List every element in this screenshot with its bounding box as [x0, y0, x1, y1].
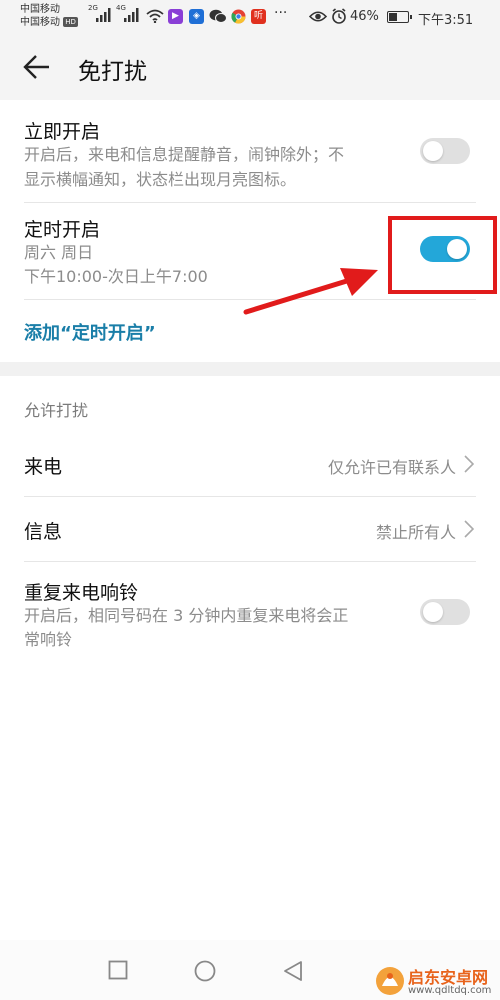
chevron-right-icon	[464, 455, 474, 473]
more-notifications: ···	[274, 5, 288, 21]
back-arrow-icon[interactable]	[22, 54, 52, 80]
instant-dnd-desc-2: 显示横幅通知，状态栏出现月亮图标。	[24, 170, 297, 189]
annotation-arrow-icon	[243, 268, 378, 315]
signal-icon-2	[124, 8, 139, 22]
section-label: 允许打扰	[24, 401, 89, 420]
page-title: 免打扰	[78, 59, 147, 85]
instant-dnd-desc-1: 开启后，来电和信息提醒静音，闹钟除外；不	[24, 145, 345, 164]
eye-icon	[309, 11, 327, 22]
messages-title: 信息	[24, 521, 63, 543]
watermark-url: www.qdltdq.com	[408, 985, 492, 996]
scheduled-dnd-days: 周六 周日	[24, 243, 94, 262]
app-header: 免打扰	[0, 36, 500, 100]
listen-app-icon: 听	[251, 9, 266, 24]
alarm-icon	[332, 8, 346, 24]
instant-dnd-title: 立即开启	[24, 121, 101, 143]
battery-percent: 46%	[350, 9, 379, 24]
status-time: 下午3:51	[418, 13, 474, 28]
home-icon[interactable]	[194, 960, 216, 982]
calls-row[interactable]: 来电 仅允许已有联系人	[0, 434, 500, 496]
add-schedule-link[interactable]: 添加“定时开启”	[24, 319, 156, 345]
repeat-calls-toggle[interactable]	[420, 599, 470, 625]
repeat-calls-desc-2: 常响铃	[24, 630, 73, 649]
annotation-highlight-box	[388, 216, 497, 294]
hd-badge: HD	[63, 17, 78, 27]
toggle-knob	[423, 141, 443, 161]
back-nav-icon[interactable]	[283, 960, 303, 982]
calls-value: 仅允许已有联系人	[327, 458, 456, 477]
carrier-1: 中国移动	[20, 4, 60, 15]
carrier-info: 中国移动 中国移动 HD	[20, 3, 78, 29]
scheduled-dnd-time: 下午10:00-次日上午7:00	[24, 267, 208, 286]
section-gap	[0, 362, 500, 376]
battery-icon	[387, 11, 412, 23]
toggle-knob	[423, 602, 443, 622]
wechat-icon	[209, 9, 227, 23]
network-type-2: 4G	[116, 4, 126, 12]
video-app-icon: ▶	[168, 9, 183, 24]
scheduled-dnd-title: 定时开启	[24, 219, 101, 241]
wifi-icon	[146, 9, 164, 23]
carrier-2: 中国移动	[20, 17, 60, 28]
instant-dnd-row[interactable]: 立即开启 开启后，来电和信息提醒静音，闹钟除外；不 显示横幅通知，状态栏出现月亮…	[0, 100, 500, 202]
chrome-icon	[231, 9, 246, 24]
recent-apps-icon[interactable]	[108, 960, 128, 980]
repeat-calls-title: 重复来电响铃	[24, 582, 139, 604]
signal-icon	[96, 8, 111, 22]
battery-fill	[389, 13, 397, 21]
messages-row[interactable]: 信息 禁止所有人	[0, 497, 500, 561]
repeat-calls-desc-1: 开启后，相同号码在 3 分钟内重复来电将会正	[24, 606, 349, 625]
repeat-calls-row[interactable]: 重复来电响铃 开启后，相同号码在 3 分钟内重复来电将会正 常响铃	[0, 562, 500, 658]
network-type-1: 2G	[88, 4, 98, 12]
messages-value: 禁止所有人	[375, 523, 456, 542]
chevron-right-icon	[464, 520, 474, 538]
status-bar: 中国移动 中国移动 HD 2G 4G ▶ ◈ 听 ··· 46% 下午3:51	[0, 0, 500, 36]
instant-dnd-toggle[interactable]	[420, 138, 470, 164]
shield-app-icon: ◈	[189, 9, 204, 24]
allow-interruptions-card: 允许打扰 来电 仅允许已有联系人 信息 禁止所有人 重复来电响铃 开启后，相同号…	[0, 376, 500, 940]
calls-title: 来电	[24, 456, 63, 478]
